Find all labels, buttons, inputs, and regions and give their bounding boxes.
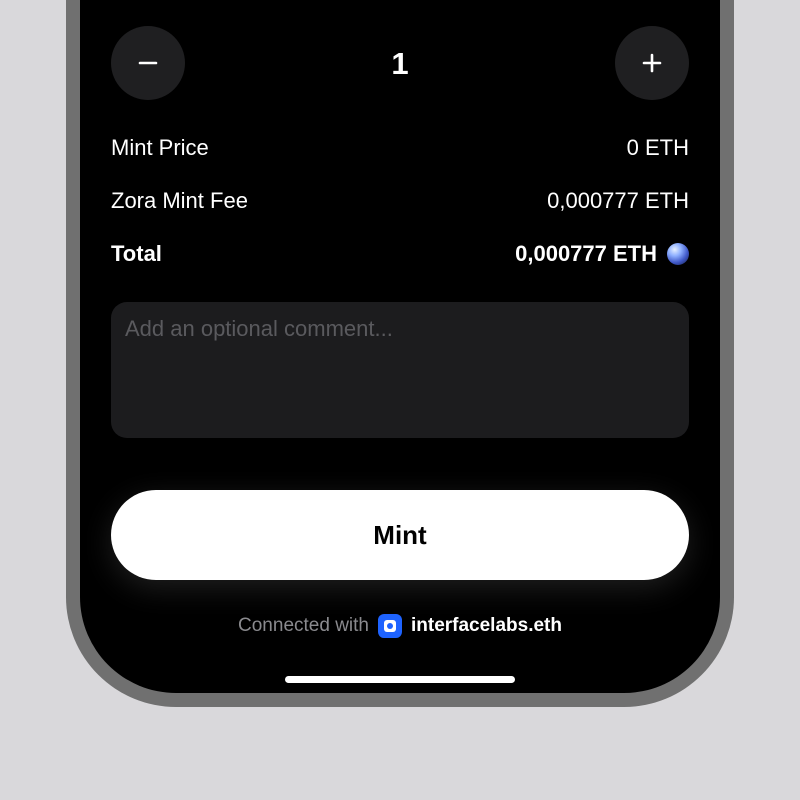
total-row: Total 0,000777 ETH <box>111 239 689 269</box>
connected-label: Connected with <box>238 615 369 636</box>
total-label: Total <box>111 241 162 266</box>
eth-globe-icon <box>667 243 689 265</box>
mint-fee-value: 0,000777 ETH <box>547 188 689 213</box>
comment-input[interactable]: Add an optional comment... <box>111 302 689 438</box>
wallet-icon <box>377 614 402 638</box>
mint-price-value: 0 ETH <box>626 135 689 160</box>
total-value-group: 0,000777 ETH <box>515 241 689 267</box>
total-value: 0,000777 ETH <box>515 241 657 266</box>
mint-button-label: Mint <box>373 519 427 550</box>
connected-account[interactable]: interfacelabs.eth <box>411 615 562 637</box>
increment-button[interactable] <box>615 26 689 100</box>
home-indicator[interactable] <box>285 676 515 683</box>
connection-status: Connected with interfacelabs.eth <box>80 612 720 640</box>
mint-fee-row: Zora Mint Fee 0,000777 ETH <box>111 186 689 216</box>
mint-price-row: Mint Price 0 ETH <box>111 133 689 163</box>
plus-icon <box>642 53 662 73</box>
mint-button[interactable]: Mint <box>111 490 689 580</box>
mint-fee-label: Zora Mint Fee <box>111 188 248 213</box>
comment-placeholder: Add an optional comment... <box>125 316 393 341</box>
mint-price-label: Mint Price <box>111 135 209 160</box>
